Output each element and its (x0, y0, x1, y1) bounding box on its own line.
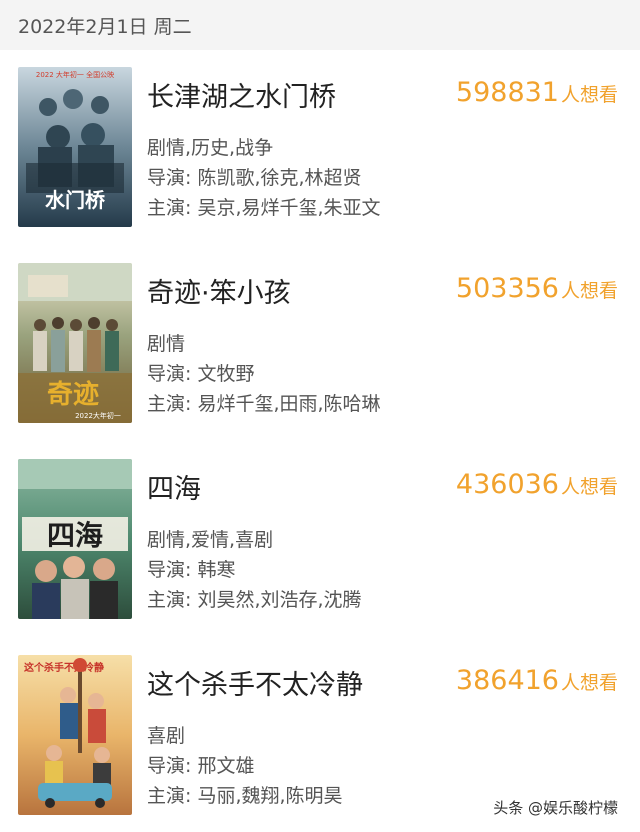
want-count: 386416 (455, 665, 559, 696)
svg-text:四海: 四海 (47, 519, 103, 552)
movie-item[interactable]: 这个杀手不太冷静 这个杀手不太冷静 386416 人想看 喜剧 导演: 邢文雄 … (0, 655, 640, 817)
movie-genre: 喜剧 (147, 725, 186, 747)
movie-genre: 剧情,历史,战争 (147, 137, 274, 159)
movie-title[interactable]: 这个杀手不太冷静 (147, 663, 363, 702)
movie-title[interactable]: 奇迹·笨小孩 (147, 271, 291, 310)
movie-cast: 主演: 刘昊然,刘浩存,沈腾 (147, 589, 362, 611)
movie-genre: 剧情 (147, 333, 186, 355)
movie-title[interactable]: 长津湖之水门桥 (147, 75, 336, 114)
want-to-see: 503356 人想看 (456, 273, 618, 304)
movie-genre: 剧情,爱情,喜剧 (147, 529, 274, 551)
movie-title[interactable]: 四海 (147, 467, 201, 506)
movie-poster[interactable]: 四海 (18, 459, 132, 619)
date-header: 2022年2月1日 周二 (0, 0, 640, 50)
movie-poster[interactable]: 这个杀手不太冷静 (18, 655, 132, 815)
want-count: 598831 (455, 77, 559, 108)
movie-poster[interactable]: 奇迹 2022大年初一 (18, 263, 132, 423)
movie-item[interactable]: 奇迹 2022大年初一 奇迹·笨小孩 503356 人想看 剧情 导演: 文牧野… (0, 263, 640, 425)
movie-poster[interactable]: 水门桥 2022 大年初一 全国公映 (18, 67, 132, 227)
movie-director: 导演: 邢文雄 (147, 755, 255, 777)
svg-text:奇迹: 奇迹 (47, 379, 99, 410)
want-count: 503356 (455, 273, 559, 304)
movie-cast: 主演: 易烊千玺,田雨,陈哈琳 (147, 393, 381, 415)
date-label: 2022年2月1日 周二 (18, 15, 192, 38)
svg-text:2022 大年初一 全国公映: 2022 大年初一 全国公映 (36, 70, 114, 79)
movie-director: 导演: 文牧野 (147, 363, 255, 385)
movie-director: 导演: 韩寒 (147, 559, 236, 581)
want-label: 人想看 (560, 84, 618, 106)
source-watermark: 头条 @娱乐酸柠檬 (493, 799, 618, 817)
movie-cast: 主演: 吴京,易烊千玺,朱亚文 (147, 197, 381, 219)
svg-text:水门桥: 水门桥 (45, 188, 106, 212)
want-label: 人想看 (560, 672, 618, 694)
want-count: 436036 (455, 469, 559, 500)
movie-director: 导演: 陈凯歌,徐克,林超贤 (147, 167, 362, 189)
svg-text:2022大年初一: 2022大年初一 (75, 411, 121, 420)
svg-text:这个杀手不太冷静: 这个杀手不太冷静 (24, 661, 104, 674)
want-label: 人想看 (560, 280, 618, 302)
want-label: 人想看 (560, 476, 618, 498)
want-to-see: 386416 人想看 (456, 665, 618, 696)
movie-item[interactable]: 四海 四海 436036 人想看 剧情,爱情,喜剧 导演: 韩寒 主演: 刘昊然… (0, 459, 640, 621)
want-to-see: 598831 人想看 (456, 77, 618, 108)
movie-cast: 主演: 马丽,魏翔,陈明昊 (147, 785, 343, 807)
want-to-see: 436036 人想看 (456, 469, 618, 500)
movie-item[interactable]: 水门桥 2022 大年初一 全国公映 长津湖之水门桥 598831 人想看 剧情… (0, 67, 640, 229)
